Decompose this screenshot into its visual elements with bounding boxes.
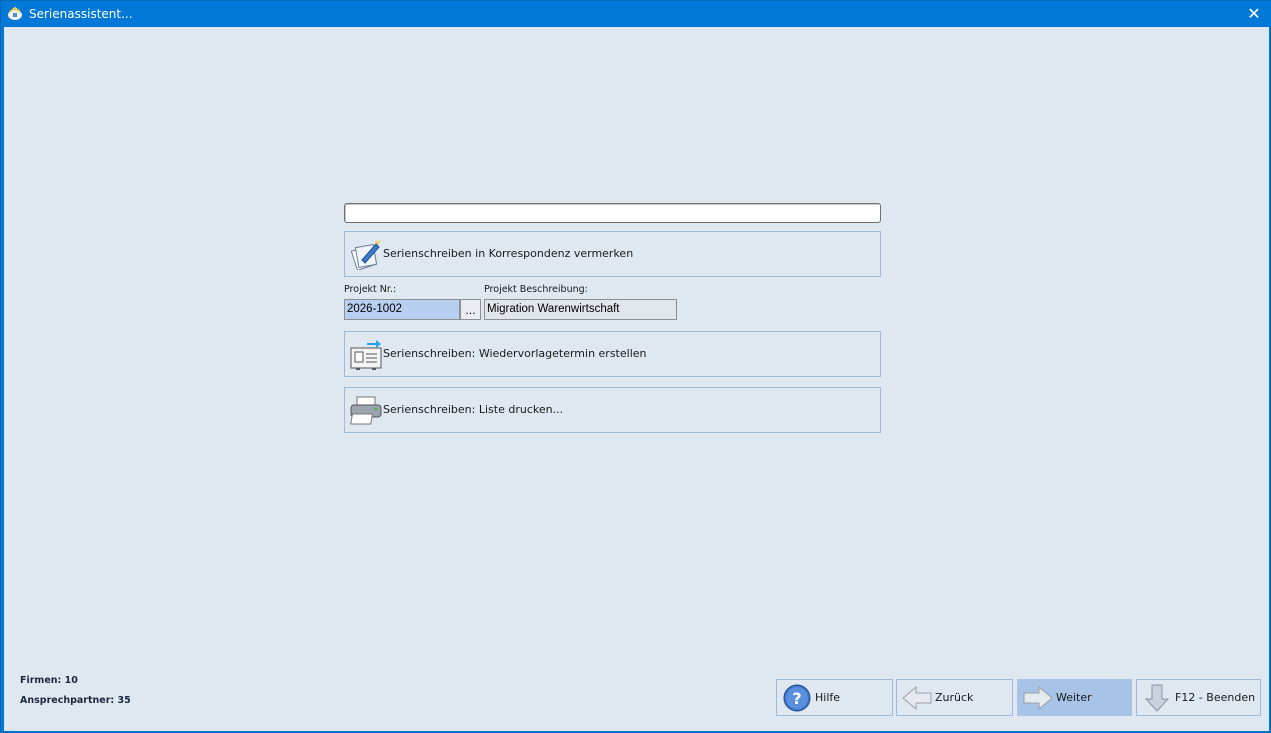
project-desc-label: Projekt Beschreibung: [484, 284, 588, 295]
close-icon[interactable]: ✕ [1246, 5, 1262, 23]
window-title: Serienassistent... [29, 7, 133, 21]
weiter-label: Weiter [1056, 691, 1092, 704]
liste-drucken-button[interactable]: Serienschreiben: Liste drucken... [344, 387, 881, 433]
korrespondenz-button[interactable]: Serienschreiben in Korrespondenz vermerk… [344, 231, 881, 277]
project-nr-input[interactable]: 2026-1002 [344, 299, 460, 320]
ansprechpartner-count: Ansprechpartner: 35 [20, 695, 131, 706]
arrow-down-icon [1144, 684, 1170, 712]
firmen-count: Firmen: 10 [20, 675, 78, 686]
beenden-button[interactable]: F12 - Beenden [1136, 679, 1261, 716]
hilfe-button[interactable]: ? Hilfe [776, 679, 893, 716]
beenden-label: F12 - Beenden [1175, 691, 1256, 704]
app-icon [8, 7, 22, 20]
document-pen-icon [350, 240, 380, 270]
calendar-note-icon [350, 340, 382, 370]
zurueck-label: Zurück [935, 691, 974, 704]
wiedervorlage-button[interactable]: Serienschreiben: Wiedervorlagetermin ers… [344, 331, 881, 377]
arrow-right-icon [1023, 685, 1053, 711]
hilfe-label: Hilfe [815, 691, 841, 704]
svg-text:?: ? [792, 689, 801, 708]
zurueck-button[interactable]: Zurück [896, 679, 1013, 716]
progress-field [344, 203, 881, 223]
wizard-content: Serienschreiben in Korrespondenz vermerk… [4, 27, 1269, 731]
title-bar: Serienassistent... ✕ [1, 1, 1271, 27]
help-icon: ? [783, 684, 811, 712]
wiedervorlage-label: Serienschreiben: Wiedervorlagetermin ers… [383, 347, 647, 360]
project-nr-label: Projekt Nr.: [344, 284, 397, 295]
liste-drucken-label: Serienschreiben: Liste drucken... [383, 403, 564, 416]
arrow-left-icon [902, 685, 932, 711]
printer-icon [350, 396, 382, 425]
wizard-window: Serienassistent... ✕ Serienschreiben in … [0, 0, 1271, 733]
korrespondenz-label: Serienschreiben in Korrespondenz vermerk… [383, 247, 634, 260]
project-desc-input[interactable]: Migration Warenwirtschaft [484, 299, 677, 320]
weiter-button[interactable]: Weiter [1017, 679, 1132, 716]
project-browse-button[interactable]: ... [460, 299, 481, 320]
